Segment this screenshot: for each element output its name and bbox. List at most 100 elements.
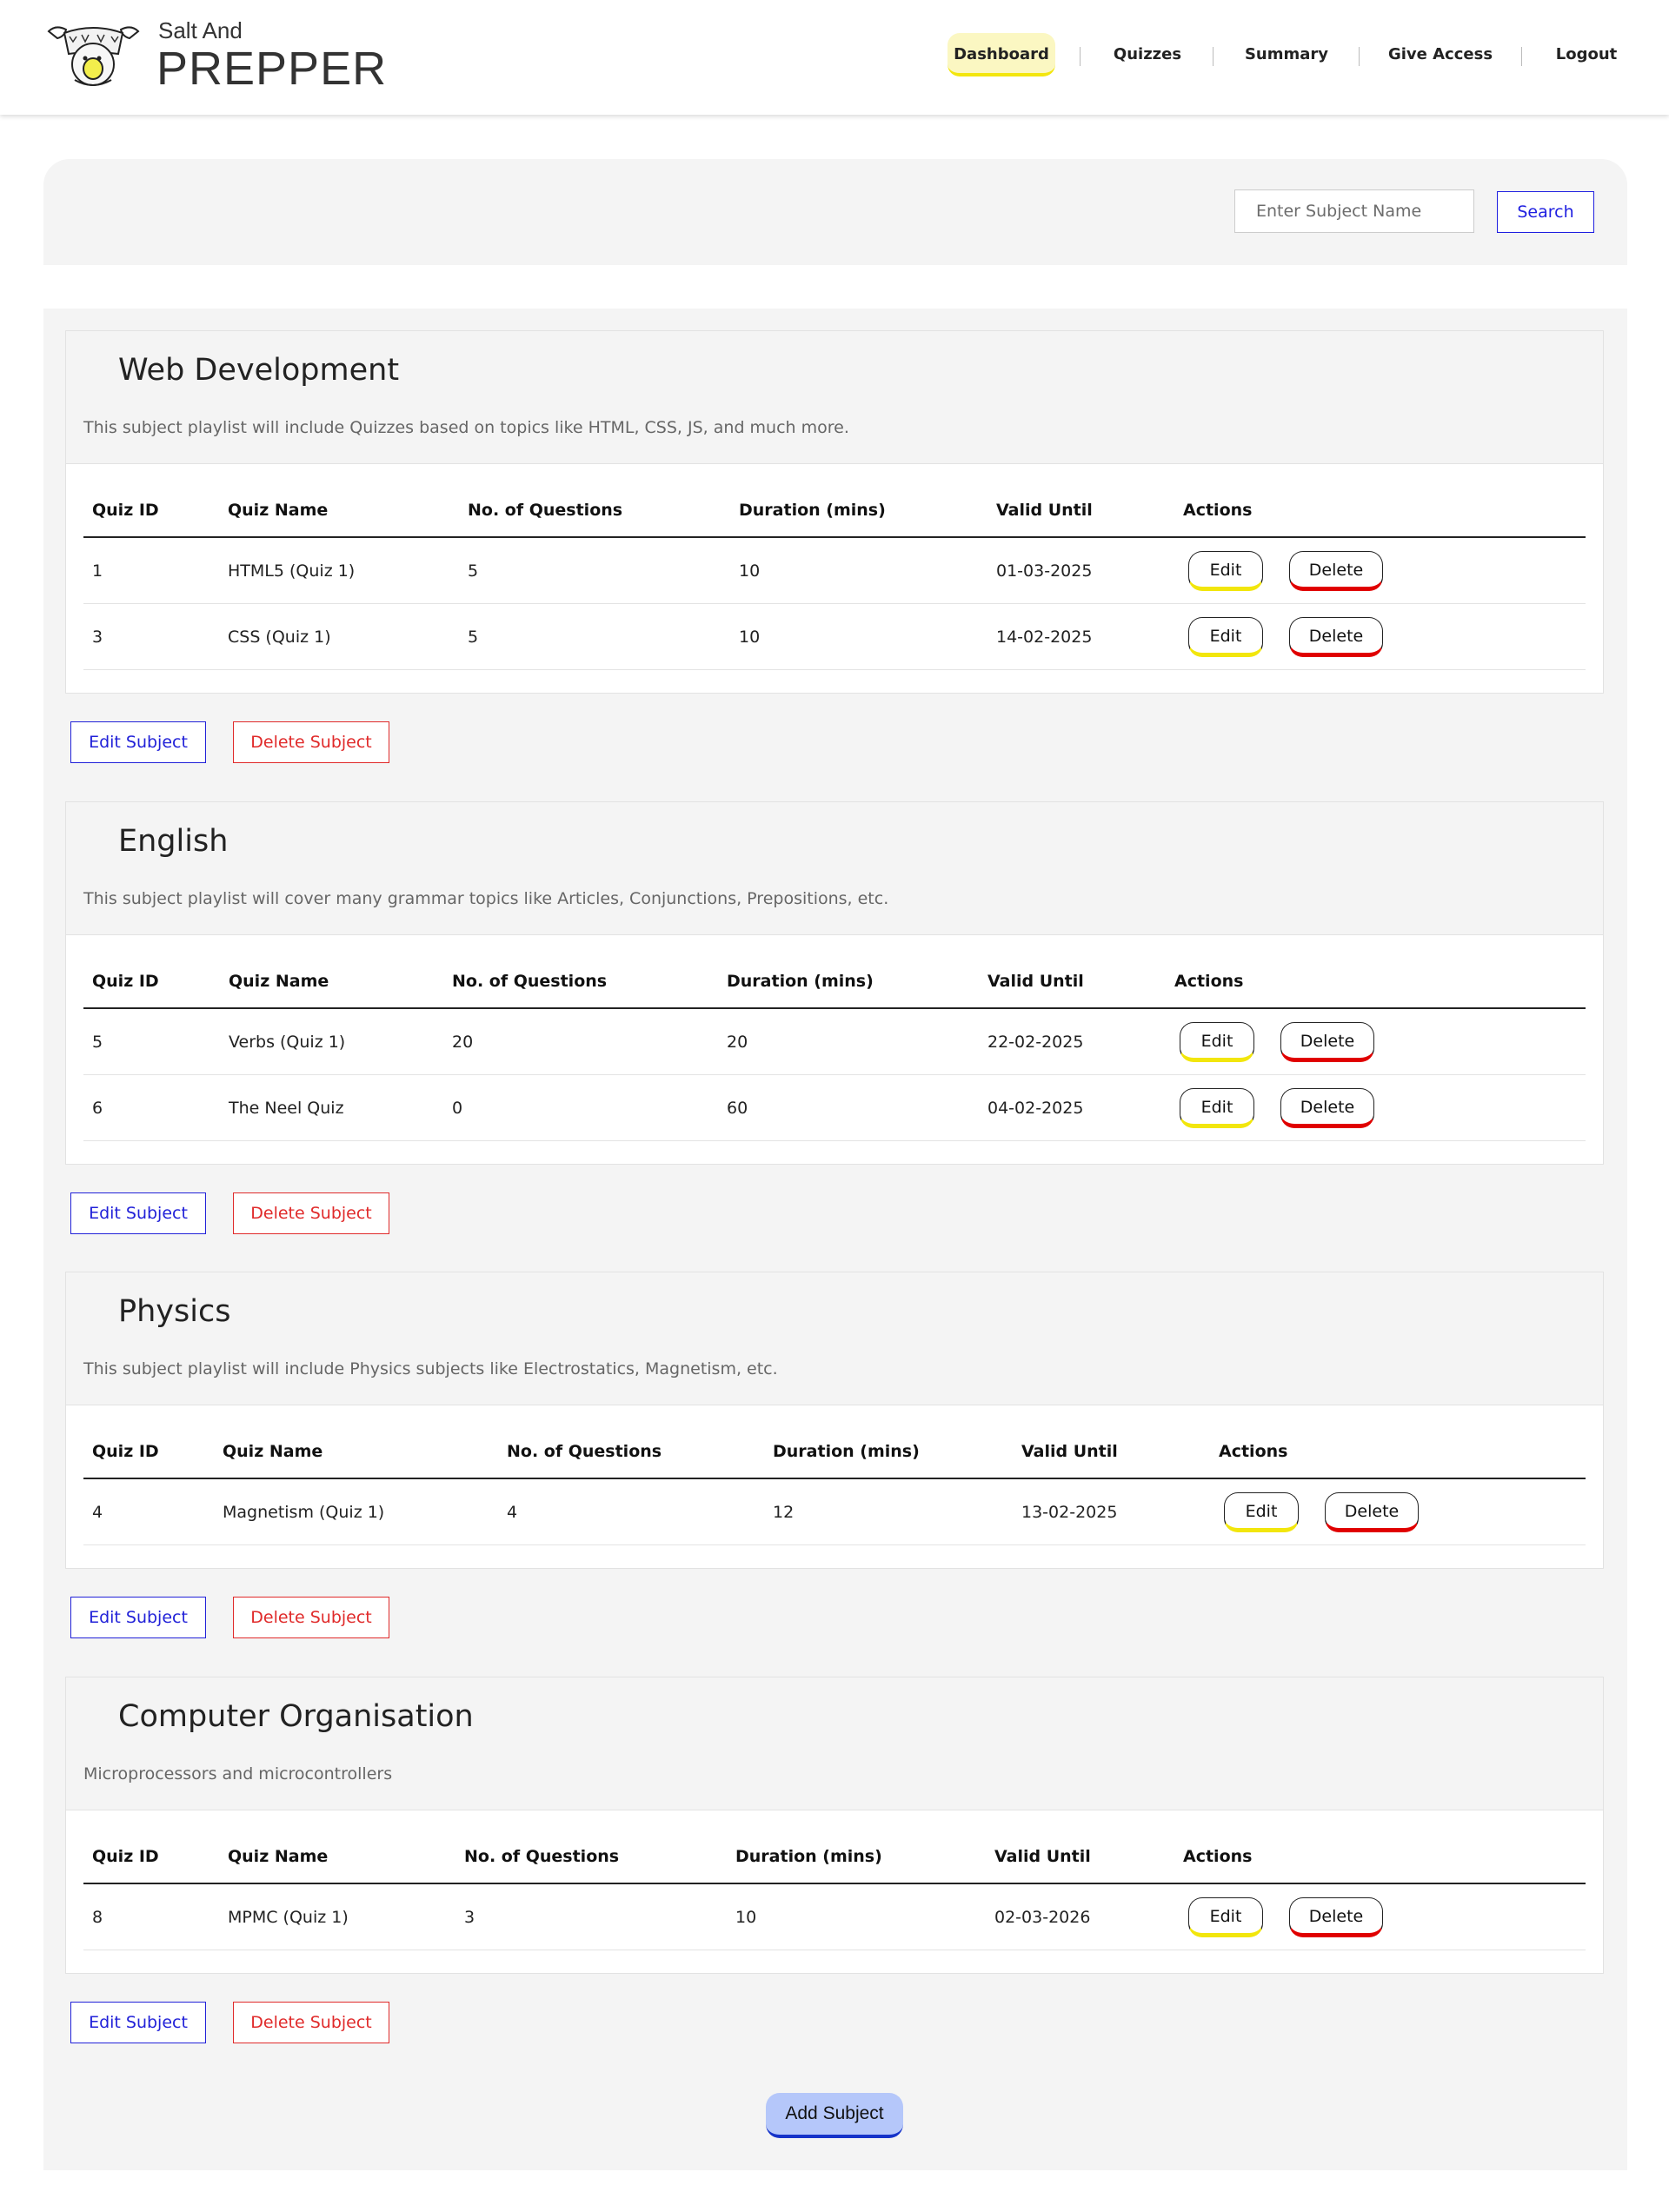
nav-give-access[interactable]: Give Access (1387, 33, 1493, 76)
col-actions: Actions (1210, 1425, 1586, 1479)
col-quiz-id: Quiz ID (83, 1830, 219, 1884)
col-quiz-id: Quiz ID (83, 955, 220, 1009)
subject-card: English This subject playlist will cover… (65, 801, 1604, 1165)
delete-subject-button[interactable]: Delete Subject (233, 1192, 389, 1234)
col-duration: Duration (mins) (730, 484, 987, 538)
subject-card-header: Computer Organisation Microprocessors an… (66, 1677, 1603, 1810)
edit-subject-button[interactable]: Edit Subject (70, 1597, 206, 1638)
col-duration: Duration (mins) (718, 955, 979, 1009)
subject-title: Web Development (118, 353, 400, 388)
edit-subject-button[interactable]: Edit Subject (70, 721, 206, 763)
edit-quiz-button[interactable]: Edit (1180, 1021, 1254, 1062)
subject-description: This subject playlist will include Quizz… (83, 418, 849, 437)
edit-quiz-button[interactable]: Edit (1188, 550, 1263, 591)
quiz-id: 4 (83, 1478, 214, 1545)
nav-divider (1359, 47, 1360, 66)
search-panel: Search (43, 159, 1627, 265)
quiz-questions: 0 (443, 1074, 718, 1141)
quiz-table-header: Quiz ID Quiz Name No. of Questions Durat… (83, 955, 1586, 1009)
quiz-id: 8 (83, 1883, 219, 1950)
edit-quiz-button[interactable]: Edit (1224, 1491, 1299, 1532)
table-row: 8 MPMC (Quiz 1) 3 10 02-03-2026 Edit Dele… (83, 1883, 1586, 1950)
nav-divider (1213, 47, 1214, 66)
quiz-id: 6 (83, 1074, 220, 1141)
delete-quiz-button[interactable]: Delete (1289, 1896, 1383, 1937)
quiz-duration: 12 (764, 1478, 1013, 1545)
quiz-actions: Edit Delete (1174, 537, 1586, 604)
edit-quiz-button[interactable]: Edit (1180, 1087, 1254, 1128)
nav-quizzes[interactable]: Quizzes (1104, 33, 1191, 76)
nav-summary[interactable]: Summary (1239, 33, 1334, 76)
col-valid-until: Valid Until (987, 484, 1174, 538)
quiz-actions: Edit Delete (1174, 1883, 1586, 1950)
col-valid-until: Valid Until (986, 1830, 1174, 1884)
col-valid-until: Valid Until (1013, 1425, 1210, 1479)
quiz-duration: 20 (718, 1008, 979, 1075)
subject-description: This subject playlist will include Physi… (83, 1359, 778, 1378)
subject-description: Microprocessors and microcontrollers (83, 1764, 393, 1784)
quiz-table-header: Quiz ID Quiz Name No. of Questions Durat… (83, 1830, 1586, 1884)
quiz-questions: 5 (459, 603, 730, 670)
subject-description: This subject playlist will cover many gr… (83, 889, 889, 908)
edit-subject-button[interactable]: Edit Subject (70, 1192, 206, 1234)
nav-divider (1521, 47, 1522, 66)
quiz-table: Quiz ID Quiz Name No. of Questions Durat… (83, 484, 1586, 670)
subject-title: Computer Organisation (118, 1699, 474, 1734)
table-row: 5 Verbs (Quiz 1) 20 20 22-02-2025 Edit De… (83, 1008, 1586, 1075)
quiz-table: Quiz ID Quiz Name No. of Questions Durat… (83, 955, 1586, 1141)
col-questions: No. of Questions (443, 955, 718, 1009)
quiz-table: Quiz ID Quiz Name No. of Questions Durat… (83, 1830, 1586, 1950)
nav-divider (1080, 47, 1081, 66)
quiz-id: 1 (83, 537, 219, 604)
delete-subject-button[interactable]: Delete Subject (233, 721, 389, 763)
quiz-actions: Edit Delete (1166, 1008, 1586, 1075)
quiz-valid-until: 14-02-2025 (987, 603, 1174, 670)
col-quiz-name: Quiz Name (219, 484, 459, 538)
edit-quiz-button[interactable]: Edit (1188, 616, 1263, 657)
subject-card: Computer Organisation Microprocessors an… (65, 1677, 1604, 1974)
edit-subject-button[interactable]: Edit Subject (70, 2002, 206, 2043)
subject-title: English (118, 824, 229, 859)
quiz-questions: 4 (498, 1478, 764, 1545)
quiz-name: Magnetism (Quiz 1) (214, 1478, 498, 1545)
quiz-name: CSS (Quiz 1) (219, 603, 459, 670)
quiz-table: Quiz ID Quiz Name No. of Questions Durat… (83, 1425, 1586, 1545)
subject-card-header: English This subject playlist will cover… (66, 802, 1603, 935)
col-quiz-name: Quiz Name (220, 955, 443, 1009)
nav-logout[interactable]: Logout (1547, 33, 1626, 76)
edit-quiz-button[interactable]: Edit (1188, 1896, 1263, 1937)
col-quiz-id: Quiz ID (83, 1425, 214, 1479)
quiz-actions: Edit Delete (1210, 1478, 1586, 1545)
quiz-valid-until: 13-02-2025 (1013, 1478, 1210, 1545)
nav-dashboard[interactable]: Dashboard (948, 33, 1055, 76)
delete-subject-button[interactable]: Delete Subject (233, 1597, 389, 1638)
search-button[interactable]: Search (1497, 191, 1594, 233)
add-subject-button[interactable]: Add Subject (766, 2093, 903, 2138)
delete-quiz-button[interactable]: Delete (1289, 616, 1383, 657)
delete-quiz-button[interactable]: Delete (1325, 1491, 1419, 1532)
col-questions: No. of Questions (498, 1425, 764, 1479)
quiz-duration: 60 (718, 1074, 979, 1141)
delete-quiz-button[interactable]: Delete (1280, 1021, 1374, 1062)
table-row: 3 CSS (Quiz 1) 5 10 14-02-2025 Edit Delet… (83, 603, 1586, 670)
col-quiz-id: Quiz ID (83, 484, 219, 538)
quiz-questions: 3 (455, 1883, 727, 1950)
col-questions: No. of Questions (459, 484, 730, 538)
quiz-name: Verbs (Quiz 1) (220, 1008, 443, 1075)
col-quiz-name: Quiz Name (219, 1830, 455, 1884)
subject-card: Physics This subject playlist will inclu… (65, 1272, 1604, 1569)
delete-quiz-button[interactable]: Delete (1280, 1087, 1374, 1128)
delete-quiz-button[interactable]: Delete (1289, 550, 1383, 591)
table-row: 6 The Neel Quiz 0 60 04-02-2025 Edit Dele… (83, 1074, 1586, 1141)
quiz-name: MPMC (Quiz 1) (219, 1883, 455, 1950)
quiz-questions: 5 (459, 537, 730, 604)
subject-search-input[interactable] (1234, 189, 1474, 233)
quiz-valid-until: 22-02-2025 (979, 1008, 1166, 1075)
quiz-actions: Edit Delete (1174, 603, 1586, 670)
col-valid-until: Valid Until (979, 955, 1166, 1009)
col-actions: Actions (1174, 484, 1586, 538)
col-quiz-name: Quiz Name (214, 1425, 498, 1479)
delete-subject-button[interactable]: Delete Subject (233, 2002, 389, 2043)
quiz-valid-until: 02-03-2026 (986, 1883, 1174, 1950)
top-navbar: Salt And PREPPER Dashboard Quizzes Summa… (0, 0, 1669, 115)
